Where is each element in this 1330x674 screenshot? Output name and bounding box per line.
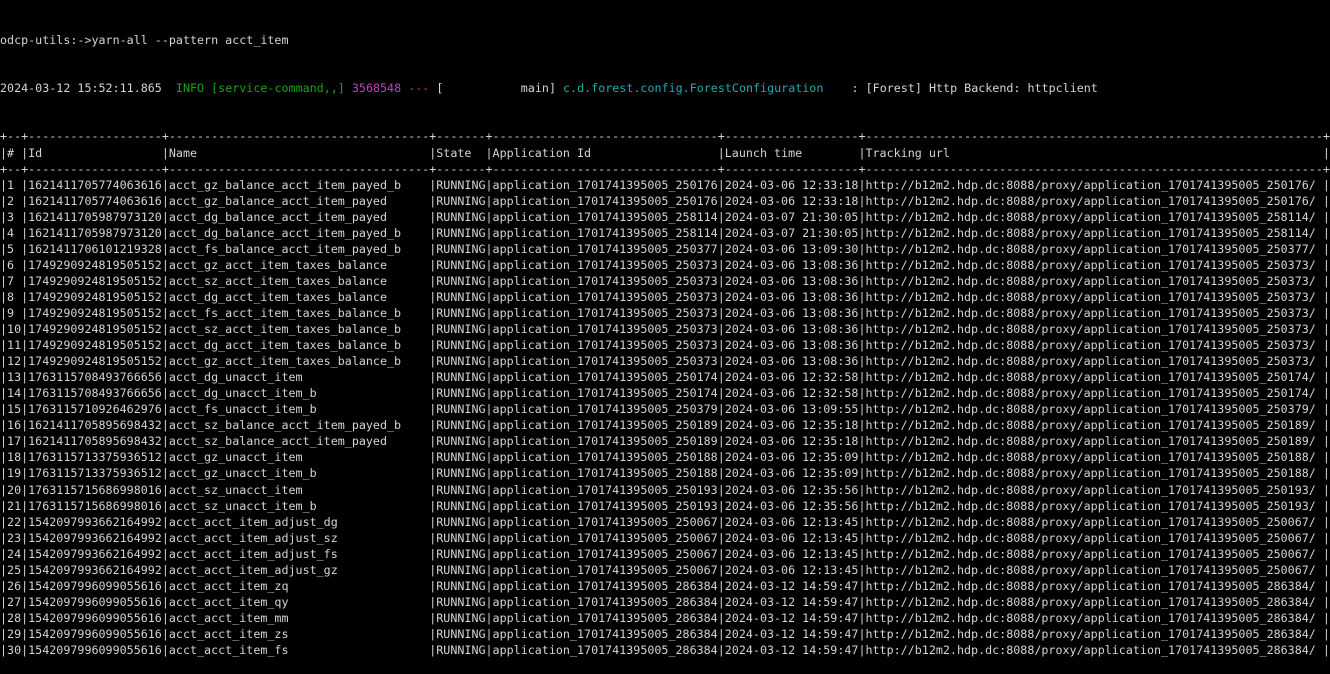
table-row: |30|1542097996099055616|acct_acct_item_f… (0, 642, 1330, 658)
table-row: |27|1542097996099055616|acct_acct_item_q… (0, 594, 1330, 610)
log-line: 2024-03-12 15:52:11.865 INFO [service-co… (0, 80, 1330, 96)
table-row: |17|1621411705895698432|acct_sz_balance_… (0, 433, 1330, 449)
log-context: [service-command,,] (211, 81, 345, 95)
table-row: |14|1763115708493766656|acct_dg_unacct_i… (0, 385, 1330, 401)
table-row: |19|1763115713375936512|acct_gz_unacct_i… (0, 465, 1330, 481)
table-row: |25|1542097993662164992|acct_acct_item_a… (0, 562, 1330, 578)
table-row: |2 |1621411705774063616|acct_gz_balance_… (0, 193, 1330, 209)
log-timestamp: 2024-03-12 15:52:11.865 (0, 81, 162, 95)
table-row: |20|1763115715686998016|acct_sz_unacct_i… (0, 482, 1330, 498)
yarn-applications-table: +--+-------------------+----------------… (0, 128, 1330, 658)
log-pid: 3568548 (352, 81, 401, 95)
log-thread: [ main] (436, 81, 556, 95)
shell-command-line: odcp-utils:->yarn-all --pattern acct_ite… (0, 32, 1330, 48)
terminal-screen[interactable]: odcp-utils:->yarn-all --pattern acct_ite… (0, 0, 1330, 562)
table-row: |6 |1749290924819505152|acct_gz_acct_ite… (0, 257, 1330, 273)
table-row: |26|1542097996099055616|acct_acct_item_z… (0, 578, 1330, 594)
table-row: |5 |1621411706101219328|acct_fs_balance_… (0, 241, 1330, 257)
table-row: |10|1749290924819505152|acct_sz_acct_ite… (0, 321, 1330, 337)
table-header-row: |# |Id |Name |State |Application Id |Lau… (0, 145, 1330, 161)
shell-command-text: odcp-utils:->yarn-all --pattern acct_ite… (0, 33, 289, 47)
table-row: |21|1763115715686998016|acct_sz_unacct_i… (0, 498, 1330, 514)
table-row: |28|1542097996099055616|acct_acct_item_m… (0, 610, 1330, 626)
table-row: |16|1621411705895698432|acct_sz_balance_… (0, 417, 1330, 433)
table-row: |7 |1749290924819505152|acct_sz_acct_ite… (0, 273, 1330, 289)
table-row: |9 |1749290924819505152|acct_fs_acct_ite… (0, 305, 1330, 321)
table-row: |13|1763115708493766656|acct_dg_unacct_i… (0, 369, 1330, 385)
table-row: |29|1542097996099055616|acct_acct_item_z… (0, 626, 1330, 642)
table-row: |22|1542097993662164992|acct_acct_item_a… (0, 514, 1330, 530)
table-row: |8 |1749290924819505152|acct_dg_acct_ite… (0, 289, 1330, 305)
table-row: |23|1542097993662164992|acct_acct_item_a… (0, 530, 1330, 546)
log-logger-class: c.d.forest.config.ForestConfiguration (563, 81, 823, 95)
table-row: |15|1763115710926462976|acct_fs_unacct_i… (0, 401, 1330, 417)
log-message: [Forest] Http Backend: httpclient (866, 81, 1098, 95)
table-border-header: +--+-------------------+----------------… (0, 161, 1330, 177)
table-row: |18|1763115713375936512|acct_gz_unacct_i… (0, 449, 1330, 465)
table-row: |12|1749290924819505152|acct_gz_acct_ite… (0, 353, 1330, 369)
table-border-top: +--+-------------------+----------------… (0, 128, 1330, 144)
table-row: |3 |1621411705987973120|acct_dg_balance_… (0, 209, 1330, 225)
table-row: |11|1749290924819505152|acct_dg_acct_ite… (0, 337, 1330, 353)
table-row: |1 |1621411705774063616|acct_gz_balance_… (0, 177, 1330, 193)
log-colon: : (852, 81, 859, 95)
table-row: |4 |1621411705987973120|acct_dg_balance_… (0, 225, 1330, 241)
log-level: INFO (176, 81, 204, 95)
table-row: |24|1542097993662164992|acct_acct_item_a… (0, 546, 1330, 562)
log-dashes: --- (408, 81, 429, 95)
